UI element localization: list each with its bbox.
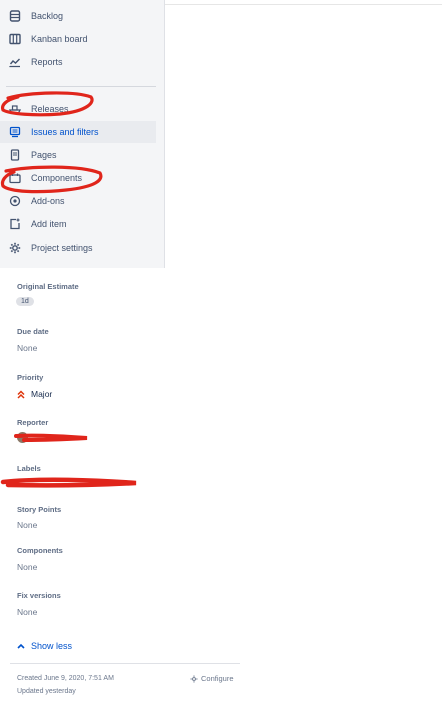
page-icon (9, 149, 21, 161)
sidebar-item-components[interactable]: Components (0, 167, 156, 189)
labels-redaction (0, 477, 137, 488)
sidebar-item-add-item[interactable]: Add item (0, 213, 156, 235)
priority-value[interactable]: Major (17, 389, 52, 399)
gear-icon (190, 675, 198, 683)
fix-versions-value[interactable]: None (17, 607, 37, 617)
sidebar-item-label: Reports (31, 57, 63, 67)
reports-icon (9, 56, 21, 68)
components-value[interactable]: None (17, 562, 37, 572)
gear-icon (9, 242, 21, 254)
configure-button[interactable]: Configure (190, 674, 234, 683)
show-less-label: Show less (31, 641, 73, 651)
show-less-button[interactable]: Show less (17, 641, 72, 651)
footer-divider (10, 663, 240, 664)
sidebar-item-issues-and-filters[interactable]: Issues and filters (0, 121, 156, 143)
sidebar-item-project-settings[interactable]: Project settings (0, 237, 156, 259)
story-points-value[interactable]: None (17, 520, 37, 530)
sidebar-item-label: Pages (31, 150, 57, 160)
labels-label: Labels (17, 464, 41, 473)
project-sidebar: Backlog Kanban board Reports Releases Is… (0, 0, 165, 268)
sidebar-item-reports[interactable]: Reports (0, 51, 156, 73)
due-date-value[interactable]: None (17, 343, 37, 353)
addon-icon (9, 195, 21, 207)
avatar[interactable] (17, 432, 28, 443)
reporter-label: Reporter (17, 418, 49, 427)
sidebar-item-backlog[interactable]: Backlog (0, 5, 156, 27)
original-estimate-value[interactable]: 1d (16, 297, 34, 306)
issues-icon (9, 126, 21, 138)
sidebar-item-label: Backlog (31, 11, 64, 21)
priority-text: Major (31, 389, 53, 399)
original-estimate-label: Original Estimate (17, 282, 79, 291)
board-icon (9, 33, 21, 45)
top-divider (165, 4, 442, 5)
sidebar-item-add-ons[interactable]: Add-ons (0, 190, 156, 212)
sidebar-item-releases[interactable]: Releases (0, 98, 156, 120)
ship-icon (9, 103, 21, 115)
updated-timestamp: Updated yesterday (17, 688, 76, 695)
sidebar-item-label: Releases (31, 104, 69, 114)
sidebar-item-label: Add-ons (31, 196, 65, 206)
sidebar-divider (6, 86, 156, 87)
created-timestamp: Created June 9, 2020, 7:51 AM (17, 675, 114, 682)
priority-major-icon (17, 389, 25, 399)
chevron-up-icon (17, 643, 25, 649)
sidebar-item-label: Issues and filters (31, 127, 99, 137)
due-date-label: Due date (17, 327, 49, 336)
screenshot-root: Backlog Kanban board Reports Releases Is… (0, 0, 442, 702)
fix-versions-label: Fix versions (17, 591, 61, 600)
sidebar-item-label: Kanban board (31, 34, 88, 44)
components-label: Components (17, 546, 63, 555)
sidebar-item-label: Project settings (31, 243, 93, 253)
add-item-icon (9, 218, 21, 230)
sidebar-item-pages[interactable]: Pages (0, 144, 156, 166)
backlog-icon (9, 10, 21, 22)
priority-label: Priority (17, 373, 44, 382)
sidebar-item-kanban-board[interactable]: Kanban board (0, 28, 156, 50)
sidebar-item-label: Add item (31, 219, 67, 229)
configure-label: Configure (201, 674, 234, 683)
story-points-label: Story Points (17, 505, 62, 514)
sidebar-item-label: Components (31, 173, 83, 183)
component-icon (9, 172, 21, 184)
